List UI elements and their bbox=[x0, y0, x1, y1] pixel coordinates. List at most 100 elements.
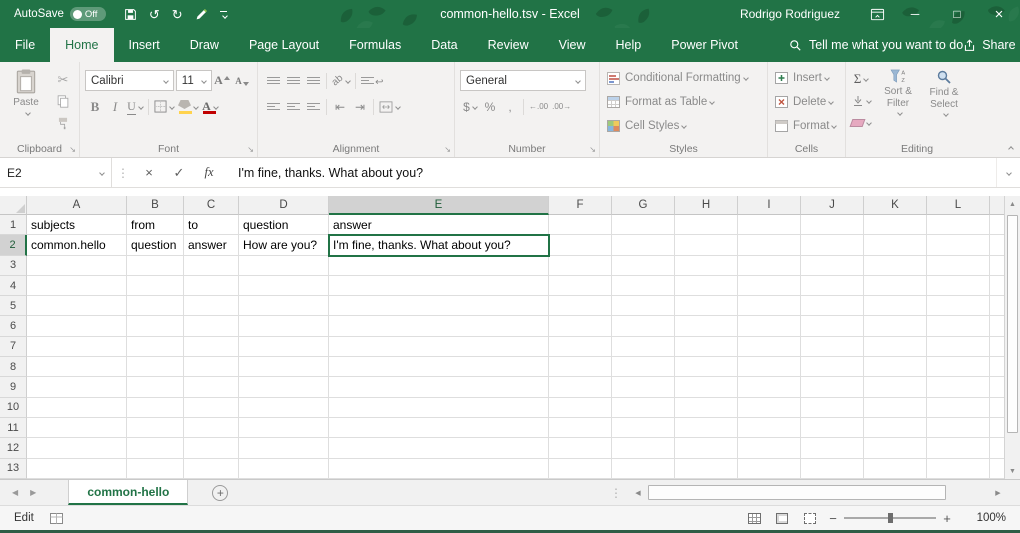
cell-styles-button[interactable]: Cell Styles bbox=[603, 114, 764, 138]
select-all-button[interactable] bbox=[0, 196, 27, 215]
cell-C10[interactable] bbox=[184, 398, 239, 418]
row-header-1[interactable]: 1 bbox=[0, 215, 27, 235]
cell-I3[interactable] bbox=[738, 256, 801, 276]
cell-C3[interactable] bbox=[184, 256, 239, 276]
cell-L9[interactable] bbox=[927, 377, 990, 397]
row-header-4[interactable]: 4 bbox=[0, 276, 27, 296]
cell-K6[interactable] bbox=[864, 316, 927, 336]
cell-I11[interactable] bbox=[738, 418, 801, 438]
tab-draw[interactable]: Draw bbox=[175, 28, 234, 62]
column-header-L[interactable]: L bbox=[927, 196, 990, 215]
percent-format-button[interactable]: % bbox=[480, 96, 500, 117]
cell-C7[interactable] bbox=[184, 337, 239, 357]
cell-K10[interactable] bbox=[864, 398, 927, 418]
fill-button[interactable] bbox=[849, 90, 873, 111]
formula-bar-expand-button[interactable] bbox=[996, 158, 1020, 187]
cell-J1[interactable] bbox=[801, 215, 864, 235]
font-size-select[interactable]: 11 bbox=[176, 70, 212, 91]
cell-D8[interactable] bbox=[239, 357, 329, 377]
cell-L13[interactable] bbox=[927, 459, 990, 479]
cell-G2[interactable] bbox=[612, 235, 675, 255]
cell-E7[interactable] bbox=[329, 337, 549, 357]
cell-I1[interactable] bbox=[738, 215, 801, 235]
clipboard-dialog-launcher[interactable] bbox=[69, 146, 76, 154]
vertical-scroll-track[interactable] bbox=[1005, 212, 1020, 463]
align-left-button[interactable] bbox=[263, 96, 283, 117]
cell-E3[interactable] bbox=[329, 256, 549, 276]
column-header-J[interactable]: J bbox=[801, 196, 864, 215]
cell-K4[interactable] bbox=[864, 276, 927, 296]
cell-J12[interactable] bbox=[801, 438, 864, 458]
insert-function-button[interactable]: fx bbox=[194, 158, 224, 187]
cell-I9[interactable] bbox=[738, 377, 801, 397]
cell-F11[interactable] bbox=[549, 418, 612, 438]
cell-J11[interactable] bbox=[801, 418, 864, 438]
cell-A2[interactable]: common.hello bbox=[27, 235, 127, 255]
cell-H1[interactable] bbox=[675, 215, 738, 235]
column-header-K[interactable]: K bbox=[864, 196, 927, 215]
tab-power-pivot[interactable]: Power Pivot bbox=[656, 28, 753, 62]
account-user-name[interactable]: Rodrigo Rodriguez bbox=[740, 7, 840, 21]
cell-J7[interactable] bbox=[801, 337, 864, 357]
cell-J5[interactable] bbox=[801, 296, 864, 316]
bottom-align-button[interactable] bbox=[303, 70, 323, 91]
cell-B7[interactable] bbox=[127, 337, 184, 357]
cell-L1[interactable] bbox=[927, 215, 990, 235]
cell-I7[interactable] bbox=[738, 337, 801, 357]
close-button[interactable]: × bbox=[978, 0, 1020, 28]
cell-L7[interactable] bbox=[927, 337, 990, 357]
cell-E8[interactable] bbox=[329, 357, 549, 377]
cell-E9[interactable] bbox=[329, 377, 549, 397]
cell-B12[interactable] bbox=[127, 438, 184, 458]
cell-H12[interactable] bbox=[675, 438, 738, 458]
cell-K9[interactable] bbox=[864, 377, 927, 397]
decrease-indent-button[interactable] bbox=[330, 96, 350, 117]
cell-K3[interactable] bbox=[864, 256, 927, 276]
row-header-5[interactable]: 5 bbox=[0, 296, 27, 316]
cell-C11[interactable] bbox=[184, 418, 239, 438]
cell-B11[interactable] bbox=[127, 418, 184, 438]
cell-L8[interactable] bbox=[927, 357, 990, 377]
sheet-nav-prev-button[interactable] bbox=[12, 480, 18, 505]
cell-A9[interactable] bbox=[27, 377, 127, 397]
share-button[interactable]: Share bbox=[963, 28, 1015, 62]
cell-H3[interactable] bbox=[675, 256, 738, 276]
cell-B9[interactable] bbox=[127, 377, 184, 397]
zoom-slider[interactable] bbox=[844, 511, 936, 525]
cell-J2[interactable] bbox=[801, 235, 864, 255]
cell-H13[interactable] bbox=[675, 459, 738, 479]
cancel-button[interactable]: × bbox=[134, 158, 164, 187]
tab-scroll-grip[interactable] bbox=[610, 486, 622, 500]
cell-D1[interactable]: question bbox=[239, 215, 329, 235]
cell-C1[interactable]: to bbox=[184, 215, 239, 235]
cell-I6[interactable] bbox=[738, 316, 801, 336]
cell-F7[interactable] bbox=[549, 337, 612, 357]
cell-D6[interactable] bbox=[239, 316, 329, 336]
cell-J6[interactable] bbox=[801, 316, 864, 336]
tab-review[interactable]: Review bbox=[473, 28, 544, 62]
cell-E2[interactable]: I'm fine, thanks. What about you? bbox=[329, 235, 549, 255]
name-box[interactable]: E2 bbox=[0, 158, 112, 187]
delete-cells-button[interactable]: Delete bbox=[771, 90, 842, 114]
cell-B3[interactable] bbox=[127, 256, 184, 276]
scroll-up-button[interactable] bbox=[1005, 196, 1020, 212]
cell-C4[interactable] bbox=[184, 276, 239, 296]
cell-D11[interactable] bbox=[239, 418, 329, 438]
cell-G8[interactable] bbox=[612, 357, 675, 377]
sort-filter-button[interactable]: AZ Sort & Filter bbox=[875, 66, 921, 133]
cell-A1[interactable]: subjects bbox=[27, 215, 127, 235]
cell-L10[interactable] bbox=[927, 398, 990, 418]
cell-L11[interactable] bbox=[927, 418, 990, 438]
column-header-G[interactable]: G bbox=[612, 196, 675, 215]
tab-formulas[interactable]: Formulas bbox=[334, 28, 416, 62]
cell-C8[interactable] bbox=[184, 357, 239, 377]
insert-cells-button[interactable]: Insert bbox=[771, 66, 842, 90]
cell-H5[interactable] bbox=[675, 296, 738, 316]
cell-D12[interactable] bbox=[239, 438, 329, 458]
enter-button[interactable]: ✓ bbox=[164, 158, 194, 187]
cell-D9[interactable] bbox=[239, 377, 329, 397]
cell-D4[interactable] bbox=[239, 276, 329, 296]
new-sheet-button[interactable]: + bbox=[212, 485, 228, 501]
currency-format-button[interactable]: $ bbox=[460, 96, 480, 117]
cell-F6[interactable] bbox=[549, 316, 612, 336]
